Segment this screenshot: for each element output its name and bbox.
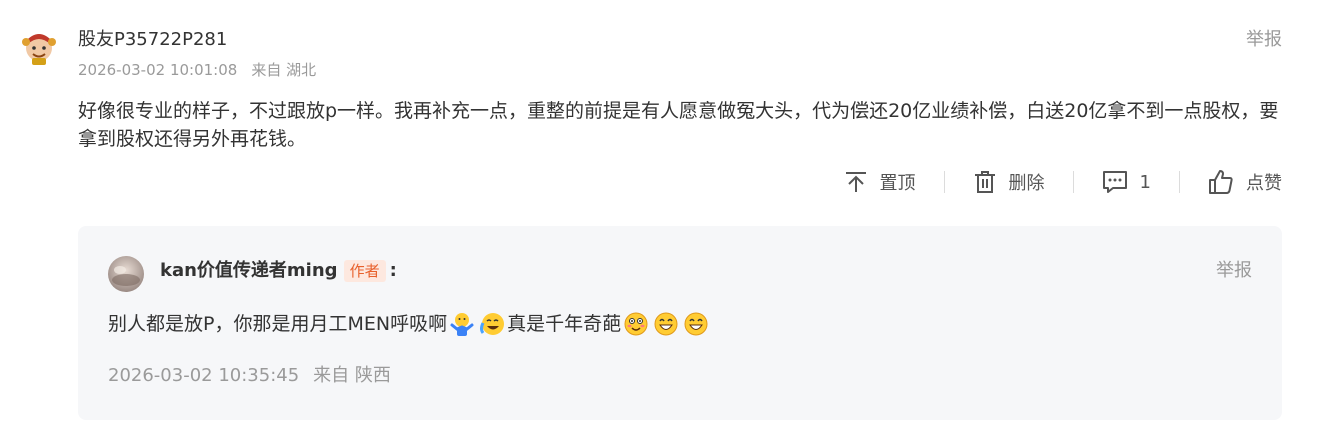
shrug-emoji-icon — [450, 313, 474, 336]
comment-actions: 置顶 删除 1 点赞 — [816, 164, 1282, 200]
author-badge: 作者 — [343, 260, 386, 282]
like-button[interactable]: 点赞 — [1180, 164, 1282, 200]
reply-avatar[interactable] — [108, 256, 144, 292]
reply-text: 别人都是放P，你那是用月工MEN呼吸啊 真是千年奇葩 — [108, 310, 711, 338]
comment-text: 好像很专业的样子，不过跟放p一样。我再补充一点，重整的前提是有人愿意做冤大头，代… — [78, 100, 1279, 150]
comment-meta: 2026-03-02 10:01:08 来自 湖北 — [78, 60, 316, 80]
thumbs-up-icon — [1209, 170, 1233, 194]
comment-username[interactable]: 股友P35722P281 — [78, 28, 227, 52]
grinning-emoji-icon — [654, 312, 678, 336]
reply-text-part2: 真是千年奇葩 — [507, 313, 622, 335]
report-button[interactable]: 举报 — [1246, 28, 1282, 52]
reply-meta: 2026-03-02 10:35:45 来自 陕西 — [108, 364, 391, 388]
grinning-emoji-icon — [684, 312, 708, 336]
delete-label: 删除 — [1008, 173, 1045, 194]
pin-button[interactable]: 置顶 — [816, 164, 944, 200]
reply-report-button[interactable]: 举报 — [1216, 259, 1252, 283]
reply-datetime: 2026-03-02 10:35:45 — [108, 365, 300, 386]
reply-text-part1: 别人都是放P，你那是用月工MEN呼吸啊 — [108, 313, 448, 335]
reply-container: kan价值传递者ming 作者 : 举报 别人都是放P，你那是用月工MEN呼吸啊… — [78, 226, 1282, 420]
reply-button[interactable]: 1 — [1074, 164, 1179, 200]
pin-top-icon — [845, 172, 866, 192]
reply-username-row: kan价值传递者ming 作者 : — [160, 259, 397, 283]
comment-location: 来自 湖北 — [251, 61, 317, 79]
comment-icon — [1102, 171, 1127, 193]
reply-count: 1 — [1139, 171, 1151, 193]
like-label: 点赞 — [1246, 173, 1282, 194]
pin-label: 置顶 — [879, 173, 916, 194]
delete-button[interactable]: 删除 — [945, 164, 1073, 200]
comment-datetime: 2026-03-02 10:01:08 — [78, 61, 238, 79]
crying-laughing-emoji-icon — [480, 313, 505, 335]
reply-username[interactable]: kan价值传递者ming — [160, 259, 338, 283]
smiling-blush-emoji-icon — [624, 312, 648, 336]
trash-icon — [974, 171, 995, 193]
username-colon: : — [389, 260, 397, 281]
comment-avatar[interactable] — [20, 28, 58, 66]
reply-location: 来自 陕西 — [313, 365, 391, 386]
